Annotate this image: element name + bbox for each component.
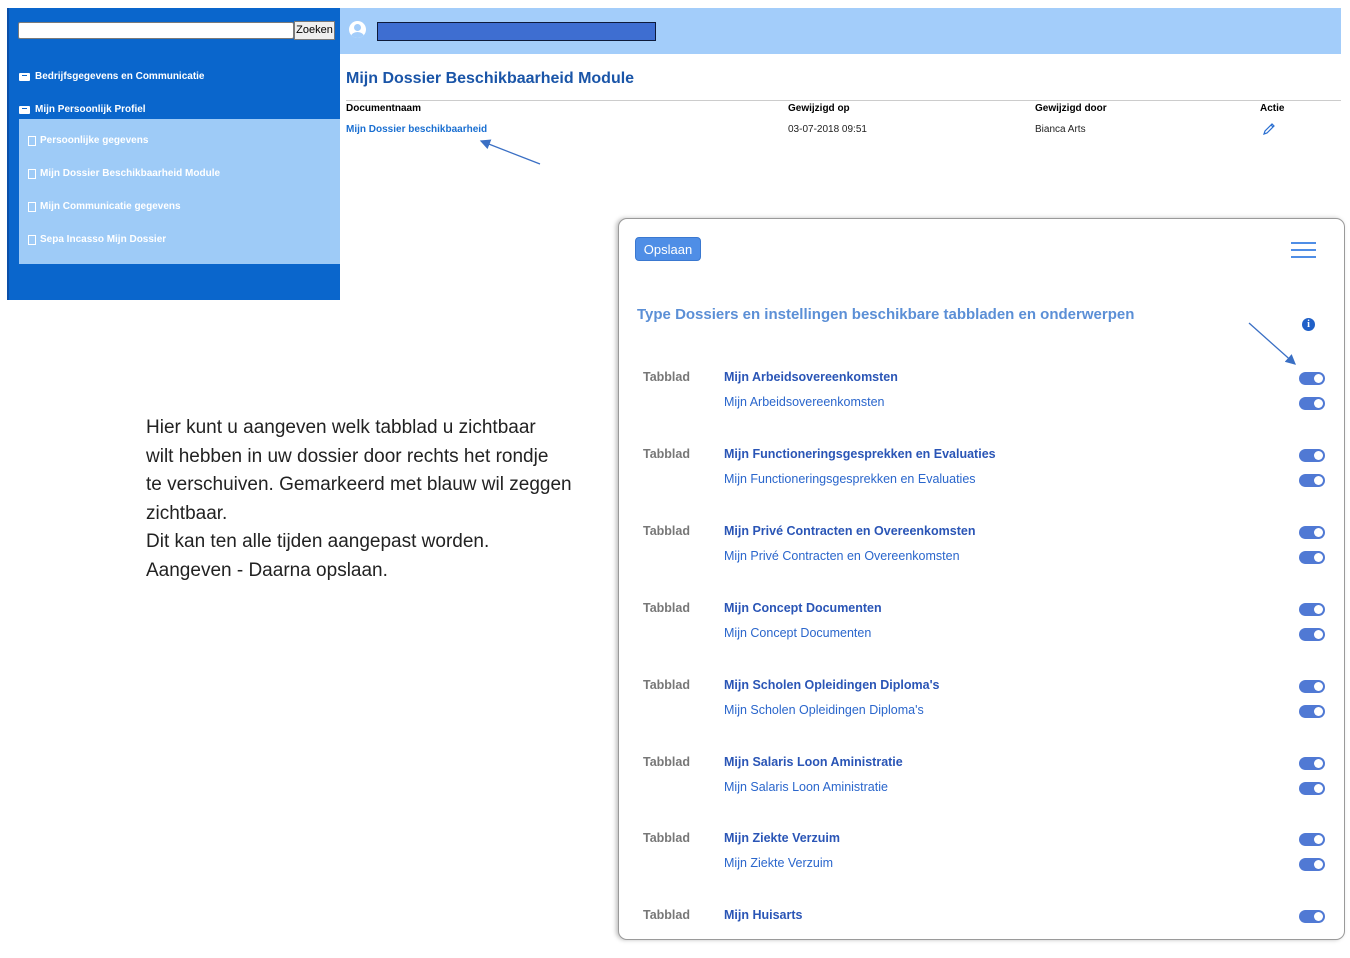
tab-type-label: Tabblad: [643, 524, 690, 538]
instruction-line: Aangeven - Daarna opslaan.: [146, 559, 388, 581]
column-header-gewijzigd-door: Gewijzigd door: [1035, 103, 1107, 114]
tab-visibility-toggle[interactable]: [1299, 757, 1325, 770]
tab-setting-row: Tabblad Mijn Privé Contracten en Overeen…: [619, 524, 1344, 574]
subnav-item-label: Sepa Incasso Mijn Dossier: [40, 234, 167, 245]
instruction-line: wilt hebben in uw dossier door rechts he…: [146, 445, 549, 467]
subnav-item-label: Persoonlijke gegevens: [40, 135, 149, 146]
tab-title: Mijn Huisarts: [724, 908, 803, 922]
tab-setting-row: Tabblad Mijn Huisarts: [619, 908, 1344, 958]
tab-subtitle: Mijn Salaris Loon Aministratie: [724, 780, 888, 794]
tab-type-label: Tabblad: [643, 678, 690, 692]
tab-visibility-toggle[interactable]: [1299, 603, 1325, 616]
page-title: Mijn Dossier Beschikbaarheid Module: [346, 70, 635, 87]
tab-type-label: Tabblad: [643, 601, 690, 615]
subnav-item-sepa-incasso[interactable]: Sepa Incasso Mijn Dossier: [28, 234, 166, 245]
modified-by: Bianca Arts: [1035, 124, 1086, 135]
instructions-text: Hier kunt u aangeven welk tabblad u zich…: [146, 414, 616, 585]
tab-visibility-toggle[interactable]: [1299, 526, 1325, 539]
subnav-item-communicatie-gegevens[interactable]: Mijn Communicatie gegevens: [28, 201, 181, 212]
tab-setting-row: Tabblad Mijn Scholen Opleidingen Diploma…: [619, 678, 1344, 728]
tab-subtitle: Mijn Concept Documenten: [724, 626, 872, 640]
tab-title: Mijn Scholen Opleidingen Diploma's: [724, 678, 940, 692]
tab-visibility-toggle[interactable]: [1299, 449, 1325, 462]
tab-title: Mijn Functioneringsgesprekken en Evaluat…: [724, 447, 996, 461]
tab-settings-panel: Opslaan Type Dossiers en instellingen be…: [618, 218, 1345, 940]
folder-plus-icon: [19, 105, 30, 114]
tab-setting-row: Tabblad Mijn Salaris Loon Aministratie M…: [619, 755, 1344, 805]
page-icon: [28, 201, 36, 212]
tab-type-label: Tabblad: [643, 370, 690, 384]
tab-subtitle: Mijn Arbeidsovereenkomsten: [724, 395, 885, 409]
panel-title: Type Dossiers en instellingen beschikbar…: [637, 306, 1135, 323]
tab-type-label: Tabblad: [643, 908, 690, 922]
top-bar: [340, 8, 1341, 54]
column-header-gewijzigd-op: Gewijzigd op: [788, 103, 850, 114]
search-button[interactable]: Zoeken: [294, 21, 335, 40]
pencil-icon[interactable]: [1262, 122, 1276, 136]
subject-visibility-toggle[interactable]: [1299, 782, 1325, 795]
tab-type-label: Tabblad: [643, 447, 690, 461]
subject-visibility-toggle[interactable]: [1299, 628, 1325, 641]
profile-subnav: Persoonlijke gegevens Mijn Dossier Besch…: [19, 119, 340, 264]
tab-title: Mijn Ziekte Verzuim: [724, 831, 841, 845]
user-icon[interactable]: [349, 21, 366, 38]
instruction-line: Dit kan ten alle tijden aangepast worden…: [146, 531, 490, 552]
subject-visibility-toggle[interactable]: [1299, 705, 1325, 718]
sidebar: Zoeken Bedrijfsgegevens en Communicatie …: [9, 8, 340, 300]
tab-title: Mijn Concept Documenten: [724, 601, 882, 615]
subject-visibility-toggle[interactable]: [1299, 474, 1325, 487]
tab-setting-row: Tabblad Mijn Functioneringsgesprekken en…: [619, 447, 1344, 497]
hamburger-menu-icon[interactable]: [1291, 242, 1316, 258]
nav-item-label: Mijn Persoonlijk Profiel: [35, 104, 146, 115]
username-field: [377, 22, 656, 41]
tab-subtitle: Mijn Scholen Opleidingen Diploma's: [724, 703, 924, 717]
nav-item-persoonlijk-profiel[interactable]: Mijn Persoonlijk Profiel: [19, 104, 146, 115]
subnav-item-label: Mijn Dossier Beschikbaarheid Module: [40, 168, 221, 179]
subject-visibility-toggle[interactable]: [1299, 397, 1325, 410]
page-icon: [28, 234, 36, 245]
tab-title: Mijn Arbeidsovereenkomsten: [724, 370, 898, 384]
divider: [346, 100, 1341, 101]
subnav-item-dossier-beschikbaarheid[interactable]: Mijn Dossier Beschikbaarheid Module: [28, 168, 220, 179]
modified-on: 03-07-2018 09:51: [788, 124, 867, 135]
search-input[interactable]: [18, 22, 294, 39]
tab-subtitle: Mijn Ziekte Verzuim: [724, 856, 834, 870]
document-link[interactable]: Mijn Dossier beschikbaarheid: [346, 124, 487, 135]
page-icon: [28, 135, 36, 146]
subnav-item-persoonlijke-gegevens[interactable]: Persoonlijke gegevens: [28, 135, 148, 146]
instruction-line: zichtbaar.: [146, 502, 228, 524]
tab-subtitle: Mijn Privé Contracten en Overeenkomsten: [724, 549, 960, 563]
page-icon: [28, 168, 36, 179]
tab-setting-row: Tabblad Mijn Ziekte Verzuim Mijn Ziekte …: [619, 831, 1344, 881]
tab-title: Mijn Privé Contracten en Overeenkomsten: [724, 524, 976, 538]
info-icon[interactable]: i: [1302, 318, 1315, 331]
nav-item-label: Bedrijfsgegevens en Communicatie: [35, 71, 205, 82]
tab-visibility-toggle[interactable]: [1299, 372, 1325, 385]
subject-visibility-toggle[interactable]: [1299, 858, 1325, 871]
tab-visibility-toggle[interactable]: [1299, 680, 1325, 693]
column-header-actie: Actie: [1260, 103, 1285, 114]
nav-item-bedrijfsgegevens[interactable]: Bedrijfsgegevens en Communicatie: [19, 71, 205, 82]
subject-visibility-toggle[interactable]: [1299, 551, 1325, 564]
save-button[interactable]: Opslaan: [635, 237, 701, 261]
subnav-item-label: Mijn Communicatie gegevens: [40, 201, 181, 212]
tab-setting-row: Tabblad Mijn Concept Documenten Mijn Con…: [619, 601, 1344, 651]
instruction-line: Hier kunt u aangeven welk tabblad u zich…: [146, 417, 536, 438]
tab-title: Mijn Salaris Loon Aministratie: [724, 755, 903, 769]
tab-subtitle: Mijn Functioneringsgesprekken en Evaluat…: [724, 472, 976, 486]
column-header-documentnaam: Documentnaam: [346, 103, 422, 114]
tab-type-label: Tabblad: [643, 755, 690, 769]
folder-plus-icon: [19, 72, 30, 81]
tab-visibility-toggle[interactable]: [1299, 833, 1325, 846]
tab-type-label: Tabblad: [643, 831, 690, 845]
tab-setting-row: Tabblad Mijn Arbeidsovereenkomsten Mijn …: [619, 370, 1344, 420]
instruction-line: te verschuiven. Gemarkeerd met blauw wil…: [146, 474, 572, 495]
